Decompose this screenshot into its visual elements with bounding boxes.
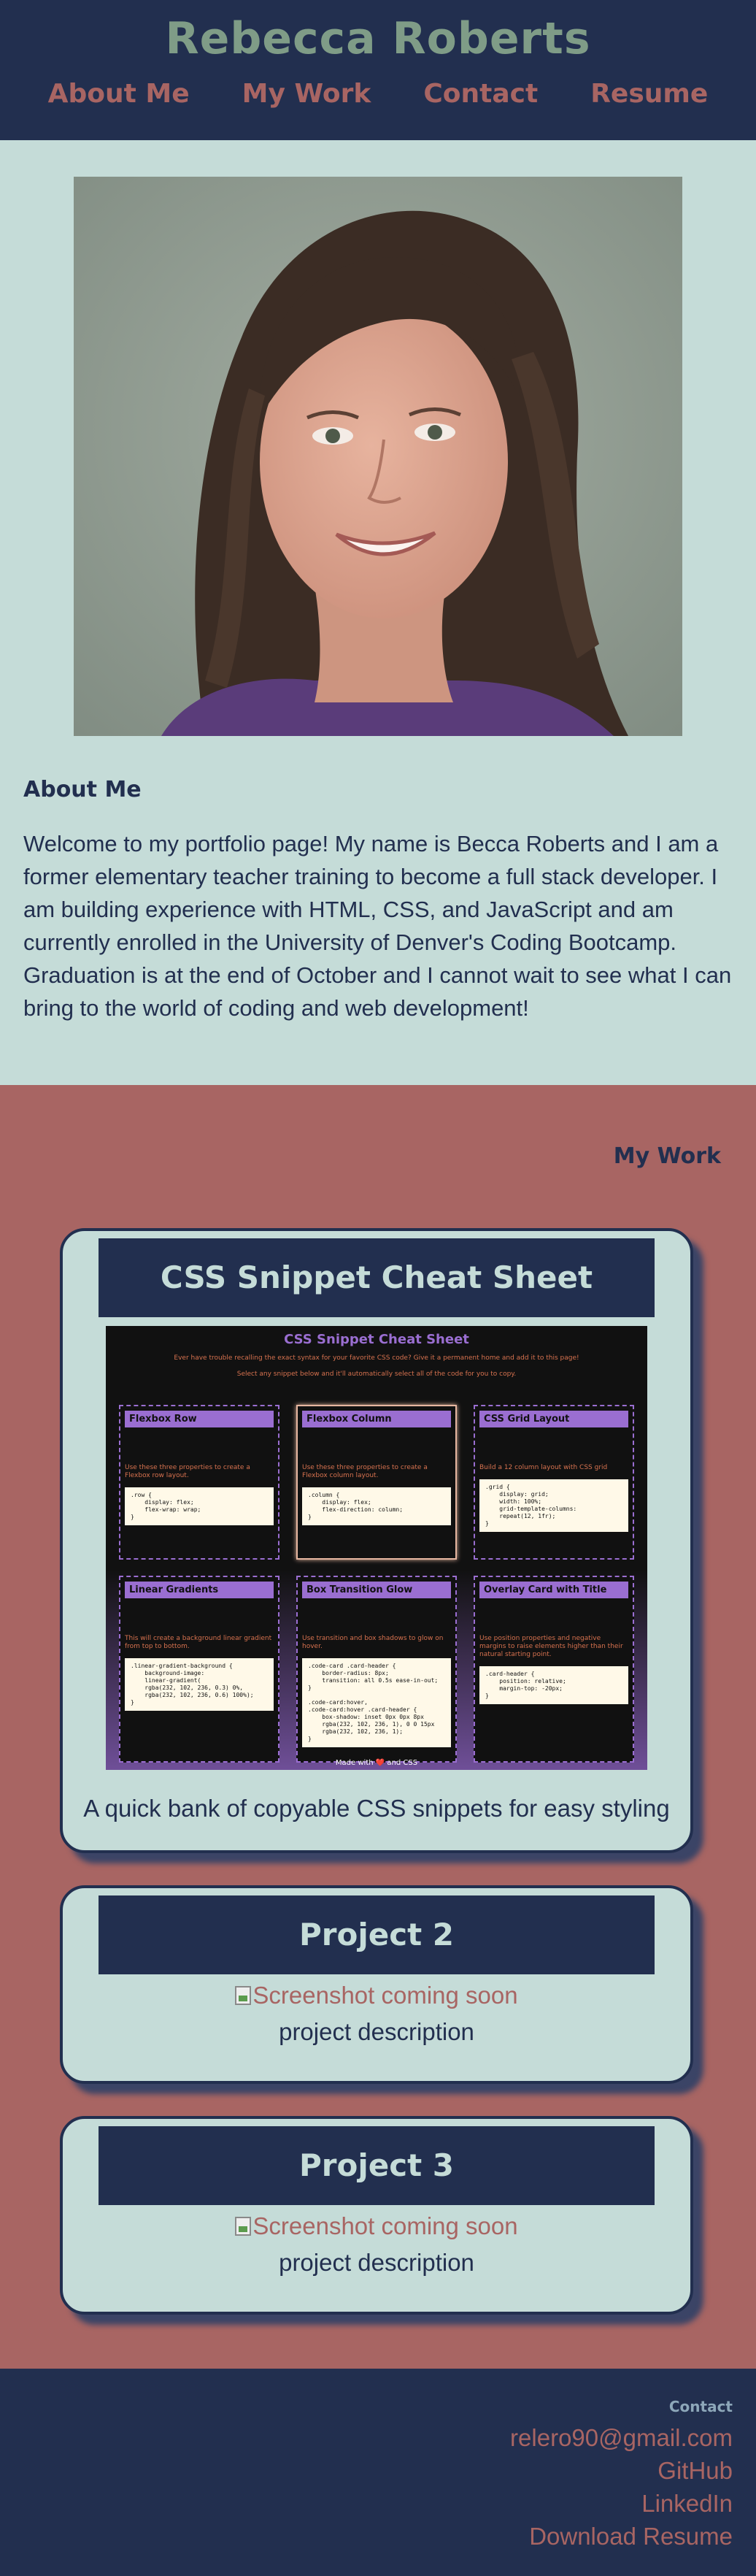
main-nav: About Me My Work Contact Resume bbox=[0, 77, 756, 111]
snippet-card-linear-gradients: Linear Gradients This will create a back… bbox=[119, 1576, 279, 1763]
project-card-2[interactable]: Project 2 Screenshot coming soon project… bbox=[60, 1885, 693, 2084]
broken-image-icon bbox=[235, 1986, 252, 2005]
snippet-code: .column { display: flex; flex-direction:… bbox=[302, 1487, 451, 1525]
nav-link-about-me[interactable]: About Me bbox=[22, 77, 216, 111]
snippet-code: .code-card .card-header { border-radius:… bbox=[302, 1658, 451, 1747]
download-resume-link[interactable]: Download Resume bbox=[0, 2520, 733, 2553]
about-text: Welcome to my portfolio page! My name is… bbox=[23, 831, 732, 1021]
snippet-code: .row { display: flex; flex-wrap: wrap; } bbox=[125, 1487, 274, 1525]
snippet-card-flexbox-column: Flexbox Column Use these three propertie… bbox=[296, 1405, 457, 1560]
snippet-title: Linear Gradients bbox=[125, 1582, 274, 1598]
screenshot-subtitle: Ever have trouble recalling the exact sy… bbox=[174, 1354, 579, 1362]
site-header: Rebecca Roberts About Me My Work Contact… bbox=[0, 0, 756, 140]
snippet-title: Flexbox Row bbox=[125, 1411, 274, 1427]
screenshot-footer: Made with ❤️ and CSS bbox=[106, 1759, 647, 1767]
project-image-placeholder: Screenshot coming soon bbox=[63, 1982, 690, 2009]
snippet-title: Overlay Card with Title bbox=[479, 1582, 628, 1598]
nav-link-my-work[interactable]: My Work bbox=[216, 77, 398, 111]
snippet-code: .linear-gradient-background { background… bbox=[125, 1658, 274, 1711]
snippet-card-css-grid: CSS Grid Layout Build a 12 column layout… bbox=[474, 1405, 634, 1560]
footer-made-with: Made with bbox=[335, 1759, 374, 1767]
project-title: CSS Snippet Cheat Sheet bbox=[99, 1238, 655, 1317]
snippet-desc: This will create a background linear gra… bbox=[125, 1635, 272, 1650]
project-description: project description bbox=[279, 2249, 474, 2276]
snippet-desc: Build a 12 column layout with CSS grid bbox=[479, 1464, 608, 1471]
project-title: Project 2 bbox=[99, 1895, 655, 1974]
snippet-card-box-transition-glow: Box Transition Glow Use transition and b… bbox=[296, 1576, 457, 1763]
project-title: Project 3 bbox=[99, 2126, 655, 2205]
nav-link-resume[interactable]: Resume bbox=[564, 77, 734, 111]
snippet-card-overlay-card: Overlay Card with Title Use position pro… bbox=[474, 1576, 634, 1763]
work-heading: My Work bbox=[613, 1143, 721, 1169]
snippet-grid: Flexbox Row Use these three properties t… bbox=[119, 1405, 634, 1763]
image-alt-text: Screenshot coming soon bbox=[252, 2212, 518, 2239]
snippet-title: CSS Grid Layout bbox=[479, 1411, 628, 1427]
contact-heading: Contact bbox=[668, 2398, 733, 2415]
snippet-title: Flexbox Column bbox=[302, 1411, 451, 1427]
image-alt-text: Screenshot coming soon bbox=[252, 1982, 518, 2009]
snippet-code: .grid { display: grid; width: 100%; grid… bbox=[479, 1479, 628, 1532]
snippet-desc: Use these three properties to create a F… bbox=[302, 1464, 428, 1479]
snippet-code: .card-header { position: relative; margi… bbox=[479, 1666, 628, 1704]
about-heading: About Me bbox=[23, 777, 142, 802]
footer-and-css: and CSS bbox=[387, 1759, 418, 1767]
profile-photo bbox=[74, 177, 682, 736]
project-image-placeholder: Screenshot coming soon bbox=[63, 2212, 690, 2240]
heart-icon: ❤️ bbox=[375, 1759, 385, 1767]
github-link[interactable]: GitHub bbox=[0, 2454, 733, 2487]
snippet-desc: Use transition and box shadows to glow o… bbox=[302, 1635, 444, 1650]
broken-image-icon bbox=[235, 2217, 252, 2236]
snippet-title: Box Transition Glow bbox=[302, 1582, 451, 1598]
linkedin-link[interactable]: LinkedIn bbox=[0, 2487, 733, 2520]
project-card-3[interactable]: Project 3 Screenshot coming soon project… bbox=[60, 2116, 693, 2315]
screenshot-instruction: Select any snippet below and it'll autom… bbox=[236, 1371, 517, 1378]
portrait-illustration bbox=[74, 177, 682, 736]
snippet-card-flexbox-row: Flexbox Row Use these three properties t… bbox=[119, 1405, 279, 1560]
about-section: About Me Welcome to my portfolio page! M… bbox=[0, 140, 756, 1085]
site-footer: Contact relero90@gmail.com GitHub Linked… bbox=[0, 2369, 756, 2576]
snippet-desc: Use position properties and negative mar… bbox=[479, 1635, 623, 1658]
site-title: Rebecca Roberts bbox=[165, 13, 591, 64]
project-description: A quick bank of copyable CSS snippets fo… bbox=[83, 1795, 670, 1822]
project-card-css-snippet[interactable]: CSS Snippet Cheat Sheet CSS Snippet Chea… bbox=[60, 1228, 693, 1853]
project-screenshot[interactable]: CSS Snippet Cheat Sheet Ever have troubl… bbox=[106, 1326, 647, 1770]
work-section: My Work CSS Snippet Cheat Sheet CSS Snip… bbox=[0, 1085, 756, 2369]
email-link[interactable]: relero90@gmail.com bbox=[0, 2421, 733, 2454]
screenshot-title: CSS Snippet Cheat Sheet bbox=[284, 1332, 469, 1347]
project-description: project description bbox=[279, 2018, 474, 2045]
nav-link-contact[interactable]: Contact bbox=[397, 77, 564, 111]
snippet-desc: Use these three properties to create a F… bbox=[125, 1464, 250, 1479]
